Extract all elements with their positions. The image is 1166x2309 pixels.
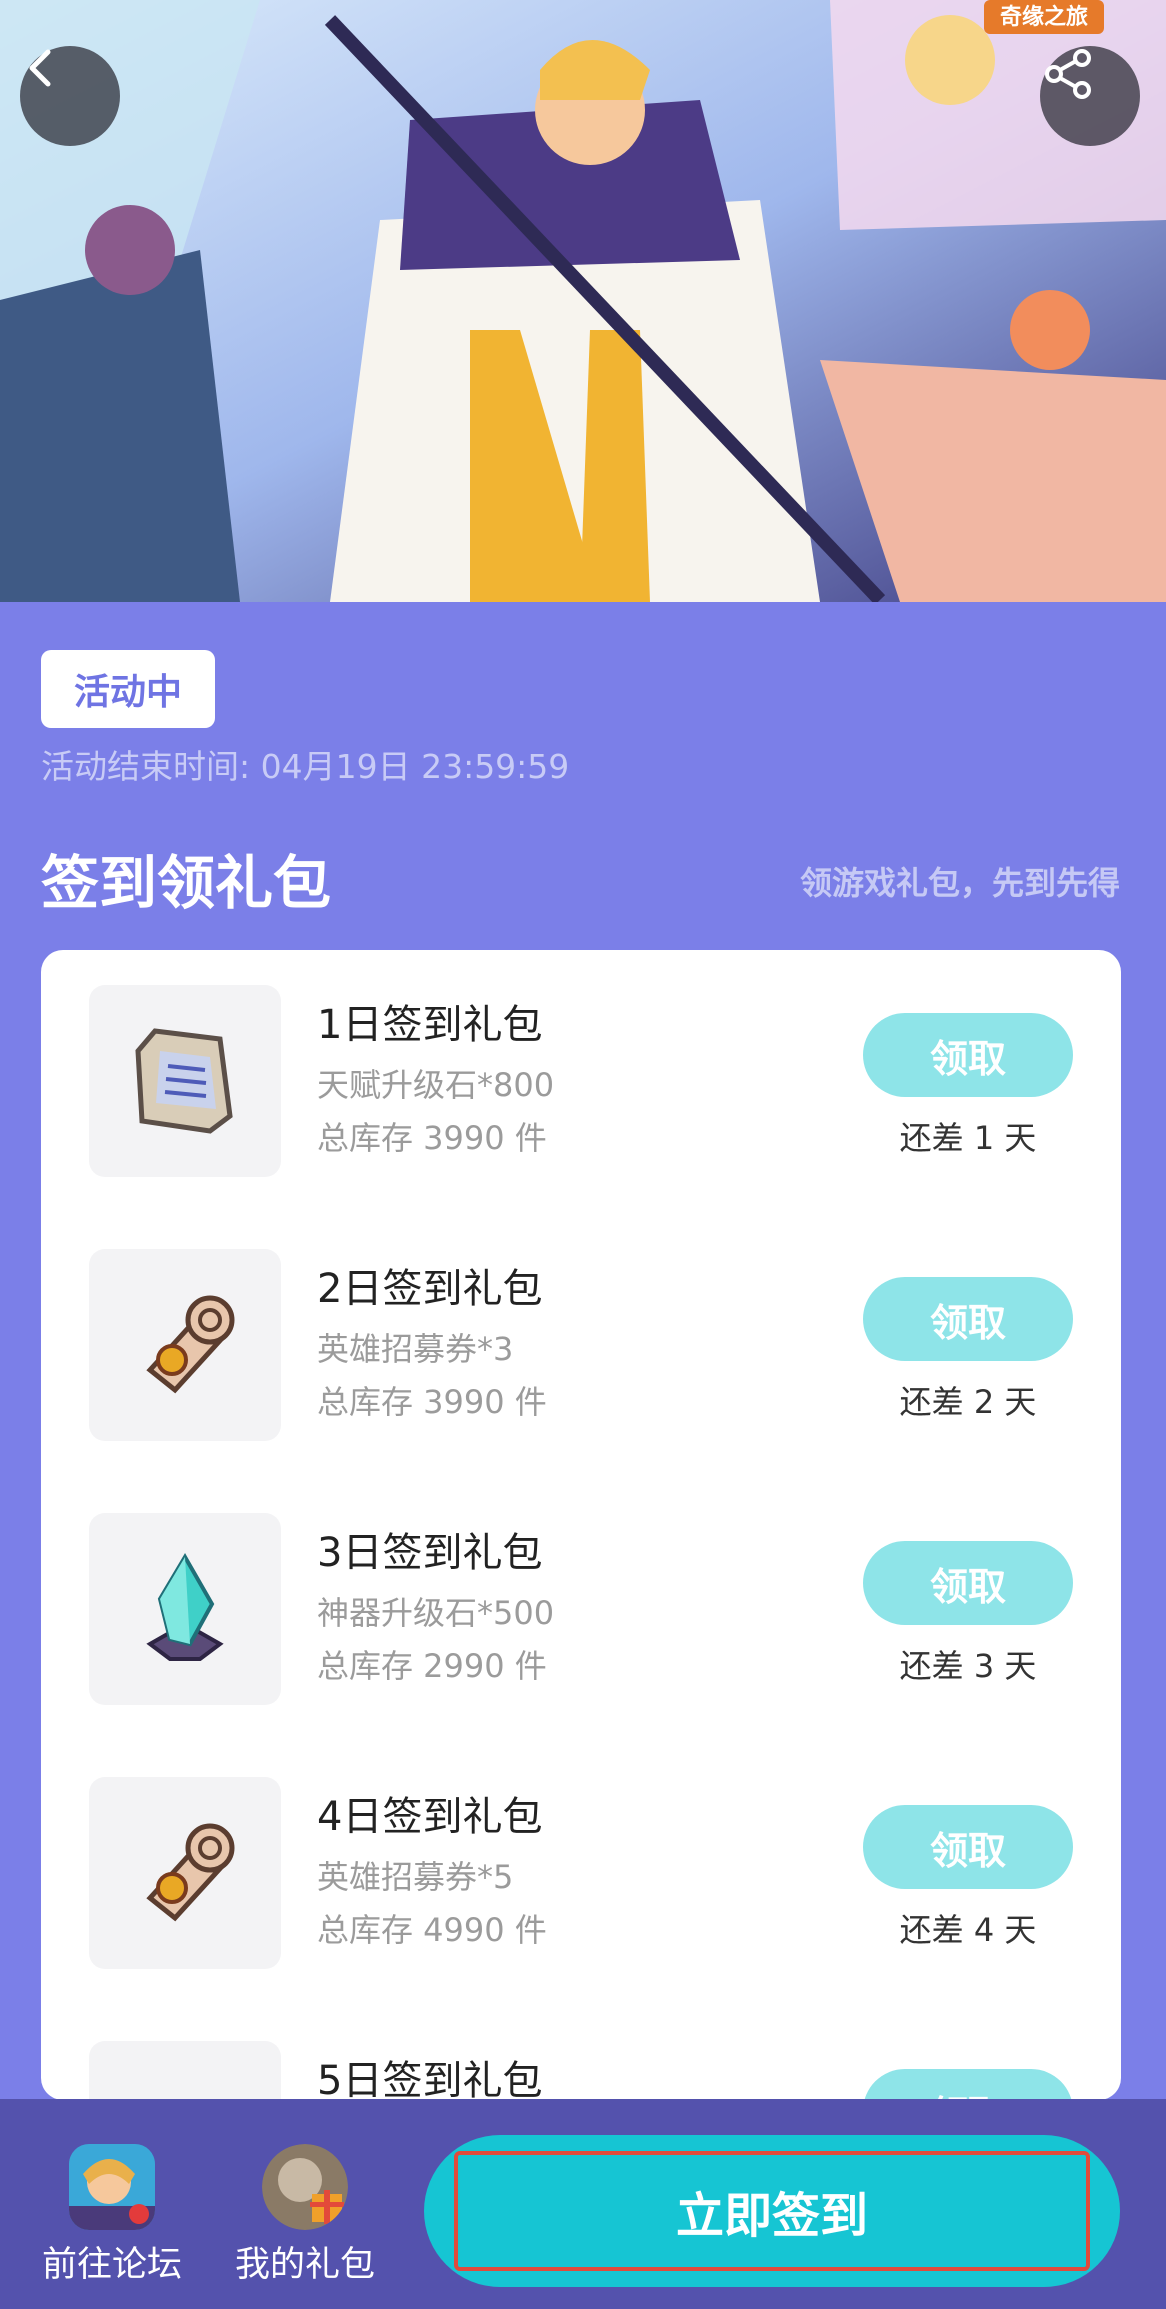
claim-button[interactable]: 领取 xyxy=(863,2069,1073,2100)
claim-button[interactable]: 领取 xyxy=(863,1013,1073,1097)
scroll-icon xyxy=(146,1295,235,1394)
days-remaining: 还差 3 天 xyxy=(899,1647,1037,1685)
chevron-left-icon xyxy=(29,49,51,87)
banner-illustration: 奇缘之旅 xyxy=(0,0,1166,602)
gift-name: 4日签到礼包 xyxy=(317,1794,543,1840)
gift-row-day-1: 1日签到礼包 天赋升级石*800 总库存 3990 件 领取 还差 1 天 xyxy=(41,950,1121,1177)
scroll-icon xyxy=(146,1823,235,1922)
activity-end-time: 活动结束时间: 04月19日 23:59:59 xyxy=(41,747,570,786)
section-title: 签到领礼包 xyxy=(41,849,332,917)
share-button[interactable] xyxy=(1040,46,1140,146)
my-gifts-nav-button[interactable]: 我的礼包 xyxy=(220,2144,390,2294)
gift-row-day-4: 4日签到礼包 英雄招募券*5 总库存 4990 件 领取 还差 4 天 xyxy=(41,1742,1121,1969)
gift-list-card: 1日签到礼包 天赋升级石*800 总库存 3990 件 领取 还差 1 天 2日… xyxy=(41,950,1121,2100)
gift-stock: 总库存 2990 件 xyxy=(317,1647,547,1685)
game-logo: 奇缘之旅 xyxy=(1000,4,1088,30)
crystal-icon xyxy=(146,1553,224,1661)
gift-thumbnail xyxy=(89,1249,281,1441)
gift-item: 英雄招募券*5 xyxy=(317,1858,514,1896)
gift-stock: 总库存 4990 件 xyxy=(317,1911,547,1949)
status-badge: 活动中 xyxy=(41,650,215,728)
claim-button[interactable]: 领取 xyxy=(863,1805,1073,1889)
forum-nav-label: 前往论坛 xyxy=(41,2245,182,2285)
section-subtitle: 领游戏礼包，先到先得 xyxy=(799,864,1120,902)
claim-button[interactable]: 领取 xyxy=(863,1277,1073,1361)
gift-item: 神器升级石*500 xyxy=(317,1594,555,1632)
gift-stock: 总库存 3990 件 xyxy=(317,1383,547,1421)
days-remaining: 还差 1 天 xyxy=(899,1119,1037,1157)
days-remaining: 还差 4 天 xyxy=(899,1911,1037,1949)
gift-name: 5日签到礼包 xyxy=(317,2058,543,2100)
purple-item-icon xyxy=(130,2077,240,2100)
gift-stock: 总库存 3990 件 xyxy=(317,1119,547,1157)
gift-row-day-2: 2日签到礼包 英雄招募券*3 总库存 3990 件 领取 还差 2 天 xyxy=(41,1214,1121,1441)
back-button[interactable] xyxy=(20,46,120,146)
gift-thumbnail xyxy=(89,1513,281,1705)
gift-row-day-3: 3日签到礼包 神器升级石*500 总库存 2990 件 领取 还差 3 天 xyxy=(41,1478,1121,1705)
my-gifts-icon xyxy=(262,2144,348,2230)
checkin-now-button[interactable]: 立即签到 xyxy=(454,2151,1090,2271)
forum-nav-button[interactable]: 前往论坛 xyxy=(27,2144,197,2294)
gift-name: 2日签到礼包 xyxy=(317,1266,543,1312)
banner-artwork: 奇缘之旅 xyxy=(0,0,1166,602)
my-gifts-nav-label: 我的礼包 xyxy=(234,2245,375,2285)
gift-thumbnail xyxy=(89,985,281,1177)
share-icon xyxy=(1045,49,1091,99)
forum-avatar-icon xyxy=(69,2144,155,2230)
checkin-button-container: 立即签到 xyxy=(424,2135,1120,2287)
gift-thumbnail xyxy=(89,1777,281,1969)
stone-tablet-icon xyxy=(135,1028,233,1134)
claim-button[interactable]: 领取 xyxy=(863,1541,1073,1625)
gift-thumbnail xyxy=(89,2041,281,2100)
days-remaining: 还差 2 天 xyxy=(899,1383,1037,1421)
gift-name: 1日签到礼包 xyxy=(317,1002,543,1048)
gift-name: 3日签到礼包 xyxy=(317,1530,543,1576)
gift-row-day-5: 5日签到礼包 领取 xyxy=(41,2006,1121,2100)
gift-item: 天赋升级石*800 xyxy=(317,1066,555,1104)
gift-item: 英雄招募券*3 xyxy=(317,1330,514,1368)
